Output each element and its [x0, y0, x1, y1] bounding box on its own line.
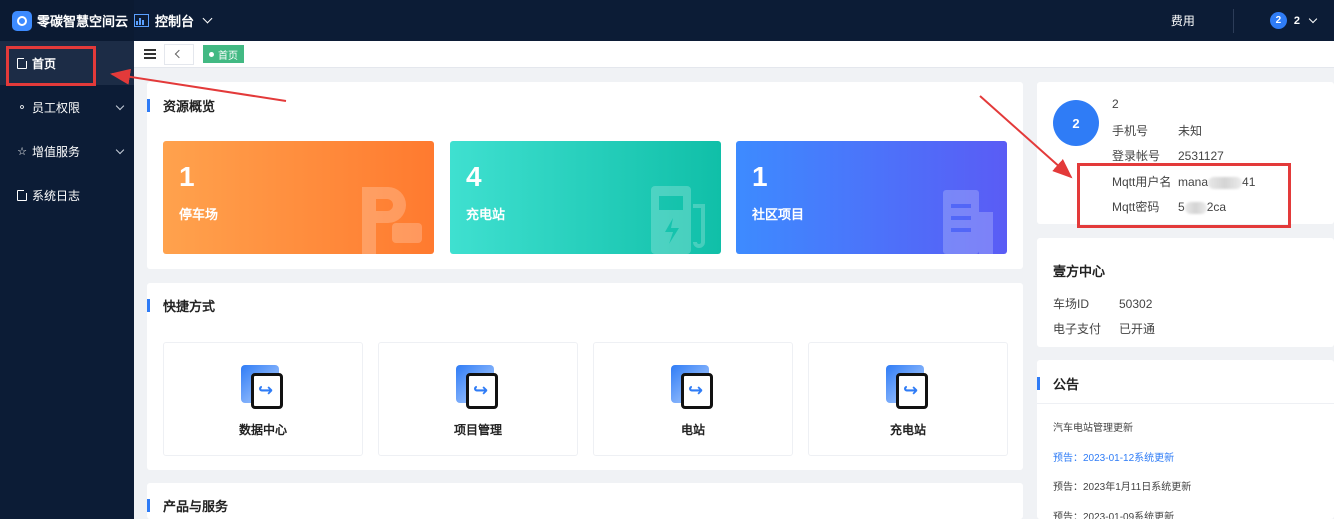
parking-icon	[362, 187, 422, 254]
star-icon: ☆	[17, 145, 27, 158]
document-icon	[16, 56, 28, 69]
tab-label: 首页	[218, 50, 238, 62]
shortcuts-card: 快捷方式 ↪ 数据中心 ↪ 项目管理 ↪ 电站 ↪ 充电站	[147, 283, 1023, 470]
chevron-down-icon	[115, 145, 125, 155]
sidebar-item-system-log[interactable]: 系统日志	[0, 173, 134, 217]
site-field: 车场ID 50302	[1053, 297, 1153, 311]
announcement-item[interactable]: 汽车电站管理更新	[1053, 419, 1133, 434]
site-info-card: 壹方中心 车场ID 50302 电子支付 已开通	[1037, 238, 1334, 347]
announcement-item[interactable]: 预告：2023年1月11日系统更新	[1053, 478, 1191, 493]
section-title: 资源概览	[147, 96, 215, 115]
chevron-down-icon[interactable]	[1308, 14, 1318, 24]
profile-field: 登录帐号 2531127	[1112, 149, 1224, 163]
site-title: 壹方中心	[1053, 264, 1106, 279]
sidebar-item-label: 增值服务	[32, 144, 81, 159]
chevron-down-icon	[202, 13, 213, 24]
sidebar-item-label: 系统日志	[32, 188, 81, 203]
sidebar-item-staff-permissions[interactable]: ⚬ 员工权限	[0, 85, 134, 129]
user-name[interactable]: 2	[1294, 15, 1300, 27]
shortcut-arrow-icon: ↪	[671, 365, 716, 410]
section-title: 公告	[1037, 374, 1079, 393]
active-dot-icon	[209, 51, 214, 57]
app-logo[interactable]: 零碳智慧空间云	[0, 0, 134, 41]
menu-toggle-icon[interactable]	[144, 49, 156, 59]
shortcut-charging-station[interactable]: ↪ 充电站	[808, 342, 1008, 456]
profile-field: 手机号 未知	[1112, 124, 1203, 138]
user-key-icon: ⚬	[17, 101, 27, 114]
announcements-card: 公告 汽车电站管理更新 预告：2023-01-12系统更新 预告：2023年1月…	[1037, 360, 1334, 519]
fee-link[interactable]: 费用	[1171, 12, 1195, 29]
shortcut-power-station[interactable]: ↪ 电站	[593, 342, 793, 456]
app-title: 零碳智慧空间云	[37, 14, 129, 29]
stat-count: 4	[466, 161, 482, 192]
shortcut-arrow-icon: ↪	[241, 365, 286, 410]
console-label: 控制台	[155, 14, 195, 29]
avatar: 2	[1053, 100, 1099, 146]
sidebar-item-label: 员工权限	[32, 100, 81, 115]
logo-icon	[12, 10, 32, 31]
tab-home[interactable]: 首页	[203, 45, 244, 63]
console-dropdown[interactable]: 控制台	[134, 11, 213, 30]
shortcut-project-management[interactable]: ↪ 项目管理	[378, 342, 578, 456]
tab-scroll-left-button[interactable]	[164, 43, 194, 65]
profile-name: 2	[1112, 97, 1119, 111]
products-services-card: 产品与服务	[147, 483, 1023, 519]
redacted-text	[1208, 176, 1243, 189]
stat-label: 停车场	[179, 207, 219, 222]
shortcut-label: 充电站	[889, 423, 926, 437]
user-avatar[interactable]: 2	[1269, 12, 1287, 29]
sidebar-item-label: 首页	[32, 56, 57, 71]
divider	[1037, 403, 1334, 404]
shortcut-arrow-icon: ↪	[456, 365, 501, 410]
section-title: 快捷方式	[147, 296, 215, 315]
chevron-left-icon	[174, 49, 184, 59]
stat-card-community-project[interactable]: 1 社区项目	[736, 141, 1007, 254]
site-field: 电子支付 已开通	[1053, 322, 1156, 336]
stat-card-parking[interactable]: 1 停车场	[163, 141, 434, 254]
stat-card-charging-station[interactable]: 4 充电站	[450, 141, 721, 254]
mqtt-username-field: Mqtt用户名 mana 41	[1112, 175, 1256, 189]
document-icon	[16, 188, 28, 201]
building-icon	[943, 190, 993, 254]
top-bar: 零碳智慧空间云 控制台 费用 2 2	[0, 0, 1334, 41]
shortcut-label: 项目管理	[453, 423, 502, 437]
charging-pile-icon	[651, 186, 705, 254]
divider	[1232, 8, 1234, 33]
stat-label: 社区项目	[752, 207, 805, 222]
shortcut-data-center[interactable]: ↪ 数据中心	[163, 342, 363, 456]
announcement-item[interactable]: 预告：2023-01-12系统更新	[1053, 449, 1174, 464]
chevron-down-icon	[115, 101, 125, 111]
stat-count: 1	[179, 161, 195, 192]
shortcut-label: 数据中心	[238, 423, 287, 437]
shortcut-label: 电站	[680, 423, 705, 437]
stat-count: 1	[752, 161, 768, 192]
tabs-bar: 首页	[134, 41, 1334, 68]
profile-card: 2 2 手机号 未知 登录帐号 2531127 Mqtt用户名 mana 41 Mqtt…	[1037, 82, 1334, 224]
sidebar-item-home[interactable]: 首页	[0, 41, 134, 85]
section-title: 产品与服务	[147, 496, 228, 515]
sidebar: 首页 ⚬ 员工权限 ☆ 增值服务 系统日志	[0, 41, 134, 519]
redacted-text	[1184, 201, 1207, 214]
stat-label: 充电站	[466, 207, 506, 222]
resource-overview-card: 资源概览 1 停车场 4 充电站 1 社区项目	[147, 82, 1023, 269]
announcement-item[interactable]: 预告：2023-01-09系统更新	[1053, 508, 1174, 519]
dashboard-icon	[134, 14, 149, 27]
shortcut-arrow-icon: ↪	[886, 365, 931, 410]
mqtt-password-field: Mqtt密码 5 2ca	[1112, 200, 1227, 214]
sidebar-item-value-added-services[interactable]: ☆ 增值服务	[0, 129, 134, 173]
